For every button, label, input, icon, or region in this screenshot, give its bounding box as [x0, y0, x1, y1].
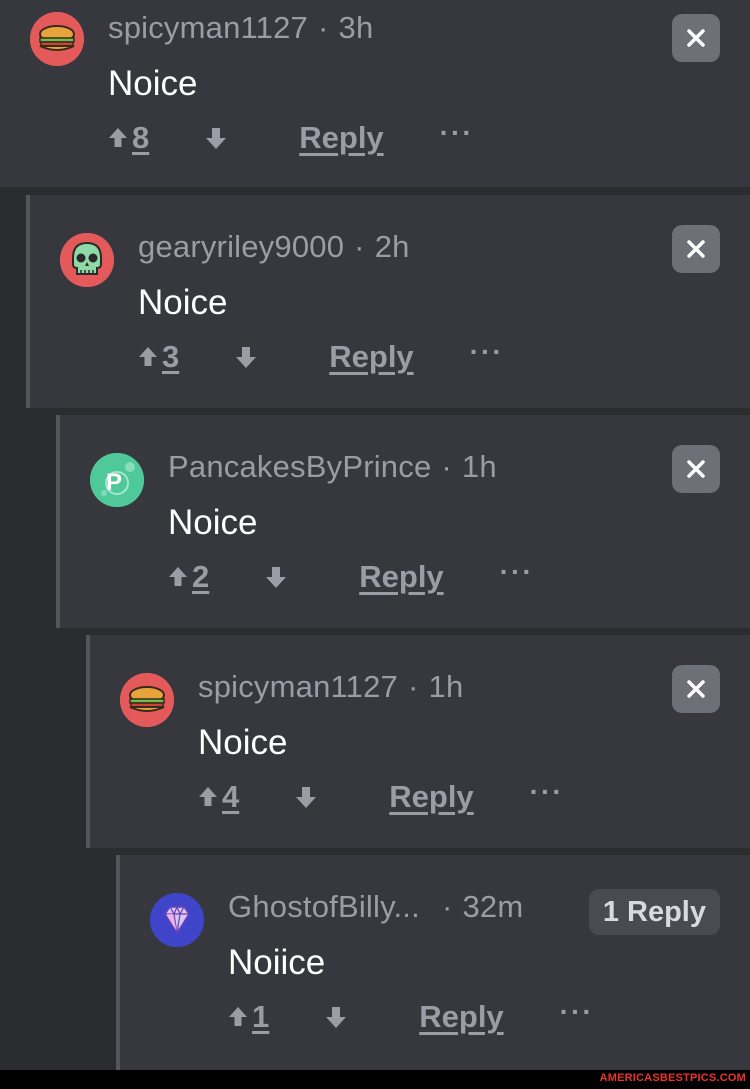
username[interactable]: GhostofBilly...	[228, 889, 420, 924]
skull-avatar-icon[interactable]	[60, 233, 114, 287]
comment-meta: spicyman1127 · 3h	[108, 10, 373, 46]
comment-card: GhostofBilly... · 32m 1 Reply Noiice 1 Rep…	[116, 855, 750, 1070]
replies-count-button[interactable]: 1 Reply	[588, 889, 720, 935]
vote-count: 4	[222, 779, 240, 814]
downvote-arrow-icon	[266, 567, 287, 588]
downvote-button[interactable]	[205, 126, 227, 150]
username[interactable]: spicyman1127	[108, 10, 308, 45]
vote-count: 2	[192, 559, 210, 594]
watermark: AMERICASBESTPICS.COM	[599, 1072, 746, 1084]
meta-separator: ·	[318, 10, 329, 45]
comment-actions: 4 Reply ···	[198, 776, 564, 817]
upvote-arrow-icon	[169, 567, 187, 586]
meta-separator: ·	[354, 229, 365, 264]
sandwich-avatar-icon[interactable]	[30, 12, 84, 66]
thread-rail[interactable]	[116, 855, 120, 1070]
downvote-button[interactable]	[235, 345, 257, 369]
comment-card: spicyman1127 · 1h Noice 4 Reply ···	[86, 635, 750, 848]
comment-text: Noice	[168, 503, 258, 542]
comment-actions: 8 Reply ···	[108, 117, 474, 158]
upvote-button[interactable]: 1	[228, 999, 269, 1035]
downvote-arrow-icon	[296, 787, 317, 808]
vote-count: 1	[252, 999, 270, 1034]
vote-count: 8	[132, 120, 150, 155]
username[interactable]: PancakesByPrince	[168, 449, 431, 484]
comment-actions: 1 Reply ···	[228, 996, 594, 1037]
downvote-button[interactable]	[325, 1005, 347, 1029]
comment-text: Noice	[108, 64, 198, 103]
more-options-button[interactable]: ···	[530, 776, 564, 808]
more-options-button[interactable]: ···	[500, 556, 534, 588]
meta-separator: ·	[441, 889, 453, 924]
reply-button[interactable]: Reply	[359, 559, 443, 595]
thread-rail[interactable]	[86, 635, 90, 848]
comment-card: P PancakesByPrince · 1h Noice 2 Reply ···	[56, 415, 750, 628]
comment-text: Noice	[198, 723, 288, 762]
comment-thread: spicyman1127 · 3h Noice 8 Reply ··· gearyr…	[0, 0, 750, 1070]
comment-text: Noiice	[228, 943, 326, 982]
downvote-arrow-icon	[206, 128, 227, 149]
comment-actions: 3 Reply ···	[138, 336, 504, 377]
thread-rail[interactable]	[26, 195, 30, 408]
reply-button[interactable]: Reply	[329, 339, 413, 375]
timestamp: 1h	[428, 669, 464, 704]
upvote-button[interactable]: 3	[138, 339, 179, 375]
meta-separator: ·	[408, 669, 419, 704]
close-icon	[687, 29, 705, 47]
letter-p-avatar-icon[interactable]: P	[90, 453, 144, 507]
upvote-arrow-icon	[139, 347, 157, 366]
reply-button[interactable]: Reply	[389, 779, 473, 815]
close-icon	[687, 460, 705, 478]
comment-meta: spicyman1127 · 1h	[198, 669, 463, 705]
comment-actions: 2 Reply ···	[168, 556, 534, 597]
close-button[interactable]	[672, 14, 720, 62]
close-button[interactable]	[672, 445, 720, 493]
comment-card: spicyman1127 · 3h Noice 8 Reply ···	[0, 0, 750, 187]
username[interactable]: gearyriley9000	[138, 229, 344, 264]
more-options-button[interactable]: ···	[560, 996, 594, 1028]
comment-meta: PancakesByPrince · 1h	[168, 449, 497, 485]
avatar-letter: P	[105, 469, 122, 496]
diamond-avatar-icon[interactable]	[150, 893, 204, 947]
vote-count: 3	[162, 339, 180, 374]
close-icon	[687, 680, 705, 698]
reply-button[interactable]: Reply	[299, 120, 383, 156]
meta-separator: ·	[441, 449, 452, 484]
downvote-arrow-icon	[236, 347, 257, 368]
close-button[interactable]	[672, 665, 720, 713]
reply-button[interactable]: Reply	[419, 999, 503, 1035]
sandwich-avatar-icon[interactable]	[120, 673, 174, 727]
upvote-arrow-icon	[109, 128, 127, 147]
timestamp: 32m	[462, 889, 524, 924]
upvote-button[interactable]: 4	[198, 779, 239, 815]
close-icon	[687, 240, 705, 258]
comment-meta: GhostofBilly... · 32m	[228, 889, 523, 925]
timestamp: 1h	[461, 449, 497, 484]
upvote-button[interactable]: 8	[108, 120, 149, 156]
more-options-button[interactable]: ···	[440, 117, 474, 149]
close-button[interactable]	[672, 225, 720, 273]
upvote-arrow-icon	[199, 787, 217, 806]
comment-meta: gearyriley9000 · 2h	[138, 229, 410, 265]
more-options-button[interactable]: ···	[470, 336, 504, 368]
timestamp: 3h	[338, 10, 374, 45]
thread-rail[interactable]	[56, 415, 60, 628]
upvote-button[interactable]: 2	[168, 559, 209, 595]
username[interactable]: spicyman1127	[198, 669, 398, 704]
comment-text: Noice	[138, 283, 228, 322]
comment-card: gearyriley9000 · 2h Noice 3 Reply ···	[26, 195, 750, 408]
downvote-button[interactable]	[295, 785, 317, 809]
downvote-button[interactable]	[265, 565, 287, 589]
timestamp: 2h	[374, 229, 410, 264]
downvote-arrow-icon	[326, 1007, 347, 1028]
upvote-arrow-icon	[229, 1007, 247, 1026]
